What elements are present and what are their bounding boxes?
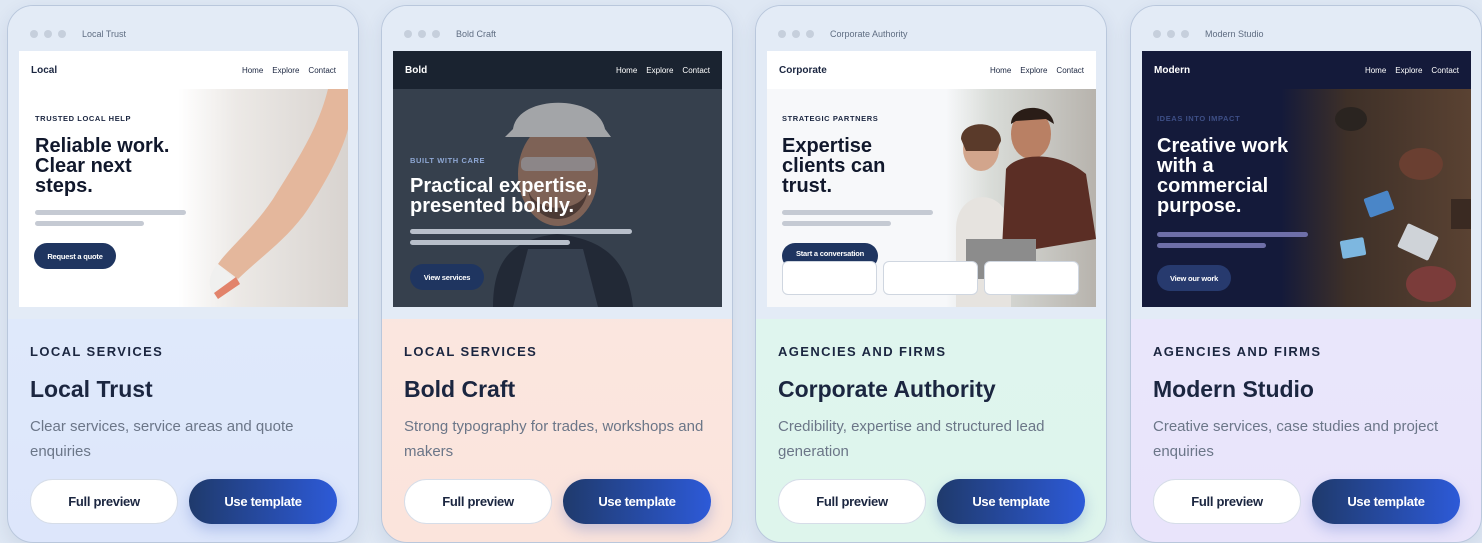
preview-nav-home: Home	[989, 65, 1012, 75]
template-preview[interactable]: Modern Home Explore Contact IDEAS INTO I…	[1142, 51, 1471, 307]
preview-brand: Corporate	[779, 64, 827, 76]
template-card-modern-studio: Modern Studio Modern Home Explore Contac…	[1130, 5, 1482, 543]
preview-eyebrow: TRUSTED LOCAL HELP	[35, 114, 132, 123]
window-title: Corporate Authority	[830, 29, 908, 39]
preview-nav: Modern Home Explore Contact	[1142, 51, 1471, 89]
window-dot-icon	[404, 30, 412, 38]
card-preview-area: Modern Studio Modern Home Explore Contac…	[1131, 6, 1481, 319]
preview-nav-home: Home	[615, 65, 638, 75]
preview-text-line	[35, 221, 144, 226]
preview-headline: Creative work with a commercial purpose.	[1157, 135, 1289, 217]
template-preview[interactable]: Bold Home Explore Contact BUILT WITH CAR…	[393, 51, 722, 307]
preview-nav: Local Home Explore Contact	[19, 51, 348, 89]
window-dot-icon	[44, 30, 52, 38]
template-description: Creative services, case studies and proj…	[1153, 418, 1439, 460]
preview-hero: TRUSTED LOCAL HELP Reliable work. Clear …	[19, 89, 348, 307]
template-category: LOCAL SERVICES	[404, 344, 538, 359]
preview-eyebrow: IDEAS INTO IMPACT	[1157, 114, 1241, 123]
template-card-local-trust: Local Trust Local Home Explore Contact T…	[7, 5, 359, 543]
hero-photo-arm	[178, 89, 348, 307]
preview-feature-card	[984, 261, 1079, 295]
preview-feature-card	[883, 261, 978, 295]
template-description: Credibility, expertise and structured le…	[778, 418, 1045, 460]
window-bar: Modern Studio	[1153, 26, 1264, 42]
use-template-button[interactable]: Use template	[937, 479, 1085, 524]
use-template-button[interactable]: Use template	[1312, 479, 1460, 524]
window-title: Modern Studio	[1205, 29, 1264, 39]
full-preview-button[interactable]: Full preview	[778, 479, 926, 524]
preview-text-line	[1157, 243, 1266, 248]
window-title: Bold Craft	[456, 29, 497, 39]
window-dot-icon	[1167, 30, 1175, 38]
preview-nav-explore: Explore	[646, 65, 674, 75]
full-preview-button[interactable]: Full preview	[1153, 479, 1301, 524]
preview-nav-home: Home	[1364, 65, 1387, 75]
use-template-button[interactable]: Use template	[563, 479, 711, 524]
preview-nav: Corporate Home Explore Contact	[767, 51, 1096, 89]
preview-text-line	[1157, 232, 1308, 237]
preview-headline: Practical expertise, presented boldly.	[410, 175, 593, 217]
template-card-bold-craft: Bold Craft Bold Home Explore Contact BUI…	[381, 5, 733, 543]
window-dot-icon	[30, 30, 38, 38]
preview-nav-contact: Contact	[308, 65, 336, 75]
template-preview[interactable]: Corporate Home Explore Contact STRATEGIC…	[767, 51, 1096, 307]
preview-nav-contact: Contact	[682, 65, 710, 75]
preview-brand: Local	[31, 64, 58, 76]
preview-cta-button: View services	[410, 264, 484, 290]
card-preview-area: Bold Craft Bold Home Explore Contact BUI…	[382, 6, 732, 319]
preview-headline: Reliable work. Clear next steps.	[35, 135, 170, 197]
preview-cta-button: Request a quote	[34, 243, 116, 269]
preview-text-line	[35, 210, 186, 215]
preview-feature-card	[782, 261, 877, 295]
use-template-button[interactable]: Use template	[189, 479, 337, 524]
preview-text-line	[782, 210, 933, 215]
template-category: LOCAL SERVICES	[30, 344, 164, 359]
preview-nav-contact: Contact	[1431, 65, 1459, 75]
preview-eyebrow: STRATEGIC PARTNERS	[782, 114, 879, 123]
preview-headline: Expertise clients can trust.	[782, 135, 886, 197]
template-description: Clear services, service areas and quote …	[30, 418, 294, 460]
preview-text-line	[782, 221, 891, 226]
full-preview-button[interactable]: Full preview	[30, 479, 178, 524]
window-dot-icon	[1153, 30, 1161, 38]
window-dot-icon	[806, 30, 814, 38]
template-title: Corporate Authority	[778, 376, 996, 402]
template-title: Bold Craft	[404, 376, 516, 402]
preview-text-line	[410, 240, 570, 245]
preview-hero: STRATEGIC PARTNERS Expertise clients can…	[767, 89, 1096, 307]
preview-hero: BUILT WITH CARE Practical expertise, pre…	[393, 89, 722, 307]
window-bar: Bold Craft	[404, 26, 496, 42]
preview-nav: Bold Home Explore Contact	[393, 51, 722, 89]
preview-text-line	[410, 229, 632, 234]
window-dot-icon	[418, 30, 426, 38]
full-preview-button[interactable]: Full preview	[404, 479, 552, 524]
window-dot-icon	[792, 30, 800, 38]
card-preview-area: Local Trust Local Home Explore Contact T…	[8, 6, 358, 319]
window-dot-icon	[1181, 30, 1189, 38]
preview-nav-explore: Explore	[1395, 65, 1423, 75]
window-dot-icon	[778, 30, 786, 38]
preview-hero: IDEAS INTO IMPACT Creative work with a c…	[1142, 89, 1471, 307]
preview-nav-contact: Contact	[1056, 65, 1084, 75]
template-title: Modern Studio	[1153, 376, 1314, 402]
preview-nav-explore: Explore	[272, 65, 300, 75]
template-category: AGENCIES AND FIRMS	[1153, 344, 1322, 359]
template-preview[interactable]: Local Home Explore Contact TRUSTED LOCAL…	[19, 51, 348, 307]
window-bar: Corporate Authority	[778, 26, 908, 42]
preview-nav-explore: Explore	[1020, 65, 1048, 75]
template-card-corporate-authority: Corporate Authority Corporate Home Explo…	[755, 5, 1107, 543]
preview-eyebrow: BUILT WITH CARE	[410, 156, 486, 165]
window-bar: Local Trust	[30, 26, 126, 42]
preview-cta-button: View our work	[1157, 265, 1231, 291]
template-title: Local Trust	[30, 376, 153, 402]
template-description: Strong typography for trades, workshops …	[404, 418, 704, 460]
preview-nav-home: Home	[241, 65, 264, 75]
preview-brand: Modern	[1154, 64, 1191, 76]
window-dot-icon	[58, 30, 66, 38]
window-dot-icon	[432, 30, 440, 38]
template-category: AGENCIES AND FIRMS	[778, 344, 947, 359]
card-preview-area: Corporate Authority Corporate Home Explo…	[756, 6, 1106, 319]
preview-brand: Bold	[405, 64, 428, 76]
window-title: Local Trust	[82, 29, 127, 39]
